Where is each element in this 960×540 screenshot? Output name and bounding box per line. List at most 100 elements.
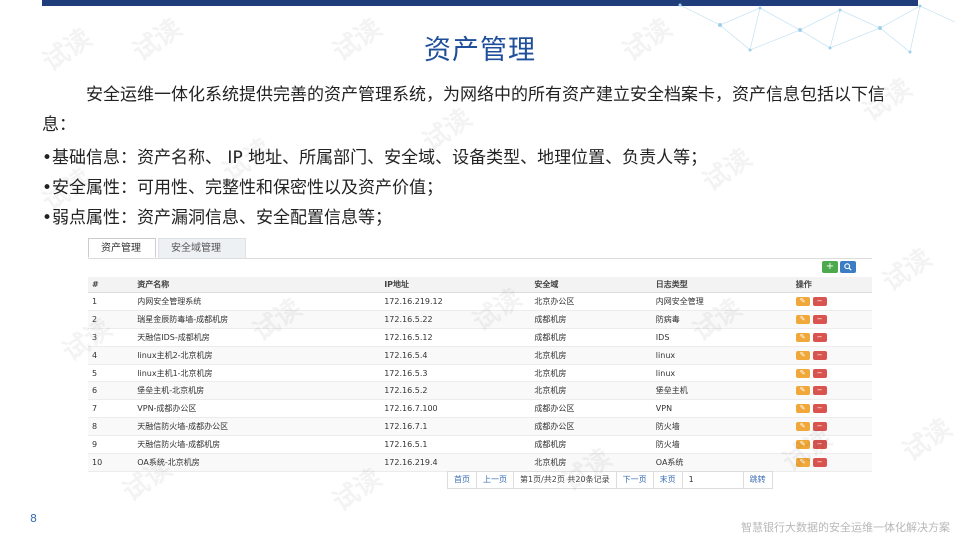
row-index-cell: 9	[88, 435, 134, 455]
delete-icon[interactable]: −	[812, 368, 827, 378]
last-page-link[interactable]: 末页	[652, 471, 683, 489]
row-index-cell: 6	[88, 381, 134, 401]
row-index-cell: 4	[88, 346, 134, 365]
bullet-basic-info: •基础信息：资产名称、 IP 地址、所属部门、安全域、设备类型、地理位置、负责人…	[42, 148, 708, 168]
asset-management-panel: 资产管理 安全域管理 + # 资产名称 IP地址 安全域 日志类型 操作 1 内网…	[88, 236, 872, 492]
delete-icon[interactable]: −	[812, 457, 827, 467]
security-domain-cell: 成都机房	[530, 435, 652, 455]
delete-icon[interactable]: −	[812, 440, 827, 450]
table-body: 1 内网安全管理系统 172.16.219.12 北京办公区 内网安全管理 ✎ −2 瑞星金辰…	[88, 292, 872, 472]
delete-icon[interactable]: −	[812, 296, 827, 306]
pagination: 首页 上一页 第1页/共2页 共20条记录 下一页 末页 1 跳转	[447, 471, 773, 489]
asset-table: # 资产名称 IP地址 安全域 日志类型 操作 1 内网安全管理系统 172.16.…	[88, 277, 872, 472]
edit-icon[interactable]: ✎	[795, 404, 810, 414]
tab-asset-management[interactable]: 资产管理	[88, 238, 156, 258]
delete-icon[interactable]: −	[812, 350, 827, 360]
ip-address-cell: 172.16.5.2	[380, 381, 531, 401]
actions-cell: ✎ −	[791, 364, 872, 383]
column-header-ip: IP地址	[380, 277, 531, 293]
page-number-input[interactable]: 1	[681, 471, 744, 489]
security-domain-cell: 北京机房	[530, 453, 652, 472]
row-index-cell: 10	[88, 453, 134, 472]
edit-icon[interactable]: ✎	[795, 422, 810, 432]
row-index-cell: 2	[88, 310, 134, 329]
next-page-link[interactable]: 下一页	[615, 471, 654, 489]
go-to-page-button[interactable]: 跳转	[742, 471, 773, 489]
edit-icon[interactable]: ✎	[795, 350, 810, 360]
ip-address-cell: 172.16.5.22	[380, 310, 531, 329]
row-index-cell: 7	[88, 399, 134, 419]
log-type-cell: OA系统	[651, 453, 792, 472]
prev-page-link[interactable]: 上一页	[476, 471, 514, 489]
bullet-vulnerability-attributes: •弱点属性：资产漏洞信息、安全配置信息等；	[42, 208, 393, 228]
page-number: 8	[30, 512, 37, 525]
row-index-cell: 3	[88, 328, 134, 347]
edit-icon[interactable]: ✎	[795, 296, 810, 306]
page-info: 第1页/共2页 共20条记录	[513, 471, 617, 489]
first-page-link[interactable]: 首页	[447, 471, 477, 489]
table-row: 2 瑞星金辰防毒墙-成都机房 172.16.5.22 成都机房 防病毒 ✎ −	[88, 310, 872, 329]
row-index-cell: 1	[88, 292, 134, 311]
log-type-cell: linux	[651, 364, 792, 383]
actions-cell: ✎ −	[791, 381, 872, 401]
delete-icon[interactable]: −	[812, 332, 827, 342]
security-domain-cell: 北京机房	[530, 346, 652, 365]
security-domain-cell: 成都办公区	[530, 417, 652, 437]
add-asset-button[interactable]: +	[822, 261, 838, 273]
table-row: 1 内网安全管理系统 172.16.219.12 北京办公区 内网安全管理 ✎ −	[88, 292, 872, 311]
asset-name-cell: VPN-成都办公区	[133, 399, 381, 419]
edit-icon[interactable]: ✎	[795, 386, 810, 396]
column-header-actions: 操作	[791, 277, 872, 293]
log-type-cell: 防病毒	[651, 310, 792, 329]
security-domain-cell: 成都机房	[530, 328, 652, 347]
table-row: 4 linux主机2-北京机房 172.16.5.4 北京机房 linux ✎ −	[88, 346, 872, 365]
ip-address-cell: 172.16.7.1	[380, 417, 531, 437]
search-button[interactable]	[840, 261, 856, 273]
log-type-cell: linux	[651, 346, 792, 365]
edit-icon[interactable]: ✎	[795, 314, 810, 324]
actions-cell: ✎ −	[791, 292, 872, 311]
log-type-cell: IDS	[651, 328, 792, 347]
tab-bar: 资产管理 安全域管理	[88, 236, 872, 259]
edit-icon[interactable]: ✎	[795, 368, 810, 378]
asset-name-cell: 瑞星金辰防毒墙-成都机房	[133, 310, 381, 329]
edit-icon[interactable]: ✎	[795, 440, 810, 450]
table-row: 3 天融信IDS-成都机房 172.16.5.12 成都机房 IDS ✎ −	[88, 328, 872, 347]
asset-name-cell: linux主机2-北京机房	[133, 346, 381, 365]
footer-text: 智慧银行大数据的安全运维一体化解决方案	[741, 521, 950, 534]
asset-name-cell: OA系统-北京机房	[133, 453, 381, 472]
watermark-text: 试读	[894, 408, 958, 468]
asset-name-cell: linux主机1-北京机房	[133, 364, 381, 383]
delete-icon[interactable]: −	[812, 404, 827, 414]
bullet-security-attributes: •安全属性：可用性、完整性和保密性以及资产价值；	[42, 178, 444, 198]
delete-icon[interactable]: −	[812, 386, 827, 396]
row-index-cell: 5	[88, 364, 134, 383]
table-row: 9 天融信防火墙-成都机房 172.16.5.1 成都机房 防火墙 ✎ −	[88, 435, 872, 455]
table-row: 6 堡垒主机-北京机房 172.16.5.2 北京机房 堡垒主机 ✎ −	[88, 381, 872, 401]
column-header-log-type: 日志类型	[651, 277, 792, 293]
security-domain-cell: 成都办公区	[530, 399, 652, 419]
search-icon	[844, 263, 852, 271]
ip-address-cell: 172.16.219.12	[380, 292, 531, 311]
log-type-cell: 防火墙	[651, 435, 792, 455]
security-domain-cell: 北京办公区	[530, 292, 652, 311]
delete-icon[interactable]: −	[812, 422, 827, 432]
edit-icon[interactable]: ✎	[795, 332, 810, 342]
watermark-text: 试读	[874, 238, 938, 298]
tab-security-domain-management[interactable]: 安全域管理	[158, 238, 246, 258]
security-domain-cell: 成都机房	[530, 310, 652, 329]
edit-icon[interactable]: ✎	[795, 457, 810, 467]
intro-paragraph: 安全运维一体化系统提供完善的资产管理系统，为网络中的所有资产建立安全档案卡，资产…	[42, 85, 885, 135]
ip-address-cell: 172.16.5.4	[380, 346, 531, 365]
asset-name-cell: 天融信IDS-成都机房	[133, 328, 381, 347]
actions-cell: ✎ −	[791, 453, 872, 472]
delete-icon[interactable]: −	[812, 314, 827, 324]
actions-cell: ✎ −	[791, 417, 872, 437]
asset-name-cell: 天融信防火墙-成都办公区	[133, 417, 381, 437]
actions-cell: ✎ −	[791, 435, 872, 455]
column-header-index: #	[88, 277, 134, 293]
ip-address-cell: 172.16.219.4	[380, 453, 531, 472]
security-domain-cell: 北京机房	[530, 381, 652, 401]
asset-name-cell: 天融信防火墙-成都机房	[133, 435, 381, 455]
actions-cell: ✎ −	[791, 346, 872, 365]
